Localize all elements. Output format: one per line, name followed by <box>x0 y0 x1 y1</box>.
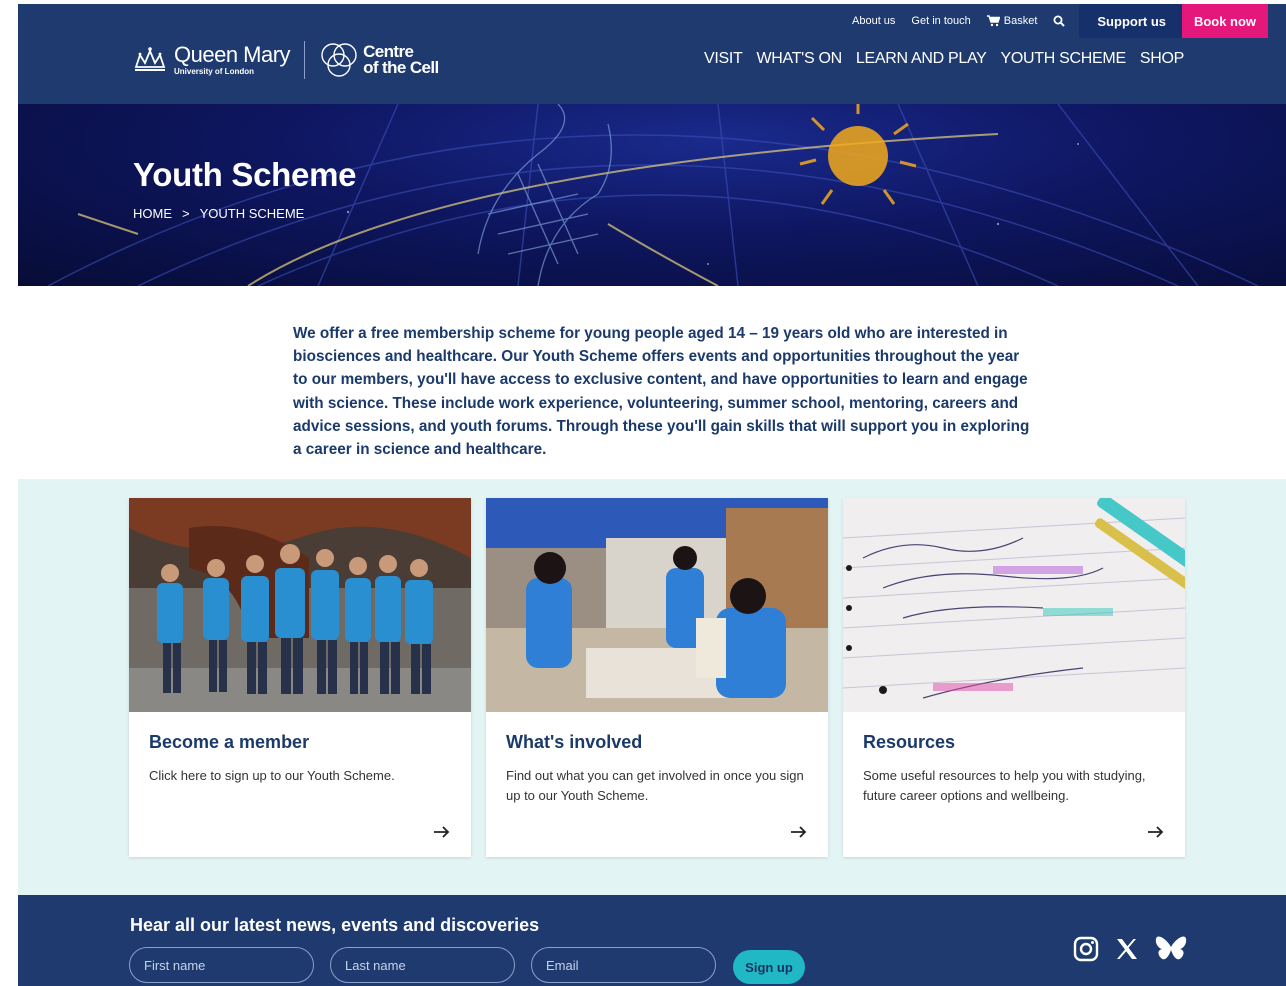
nav-visit[interactable]: VISIT <box>704 50 743 68</box>
newsletter-footer: Hear all our latest news, events and dis… <box>18 895 1286 986</box>
card-image-notes <box>843 498 1185 712</box>
book-now-button[interactable]: Book now <box>1182 4 1268 38</box>
card-description: Click here to sign up to our Youth Schem… <box>149 768 395 783</box>
card-become-member[interactable]: Become a member Click here to sign up to… <box>129 498 471 857</box>
basket-label: Basket <box>1003 15 1038 27</box>
instagram-icon[interactable] <box>1073 936 1099 962</box>
basket-icon <box>986 15 1000 27</box>
logos[interactable]: Queen Mary University of London Centre o… <box>132 40 439 80</box>
sign-up-button[interactable]: Sign up <box>733 950 805 984</box>
card-description: Find out what you can get involved in on… <box>506 768 804 803</box>
hero-illustration <box>47 104 1259 286</box>
arrow-right-icon[interactable] <box>433 825 451 839</box>
last-name-field[interactable]: Last name <box>330 947 515 983</box>
breadcrumb: HOME > YOUTH SCHEME <box>133 206 304 221</box>
search-button[interactable] <box>1045 15 1079 27</box>
card-image-group-photo <box>129 498 471 712</box>
breadcrumb-separator: > <box>182 206 190 221</box>
newsletter-title: Hear all our latest news, events and dis… <box>130 915 540 935</box>
support-us-button[interactable]: Support us <box>1079 4 1184 38</box>
cell-logo-icon <box>321 43 357 77</box>
qm-name: Queen Mary <box>174 42 291 67</box>
cards-section: Become a member Click here to sign up to… <box>18 479 1286 895</box>
card-image-volunteers <box>486 498 828 712</box>
card-title[interactable]: Become a member <box>149 732 309 753</box>
hero-banner: Youth Scheme HOME > YOUTH SCHEME <box>18 104 1286 286</box>
cotc-line-2: of the Cell <box>363 58 439 77</box>
card-title[interactable]: Resources <box>863 732 955 753</box>
breadcrumb-home[interactable]: HOME <box>133 206 172 221</box>
bluesky-icon[interactable] <box>1155 935 1187 963</box>
breadcrumb-current: YOUTH SCHEME <box>199 206 305 221</box>
search-icon <box>1053 15 1066 27</box>
main-nav: VISIT WHAT'S ON LEARN AND PLAY YOUTH SCH… <box>704 50 1184 68</box>
get-in-touch-link[interactable]: Get in touch <box>903 15 978 27</box>
first-name-field[interactable]: First name <box>129 947 314 983</box>
email-field[interactable]: Email <box>531 947 716 983</box>
intro-text: We offer a free membership scheme for yo… <box>293 325 1030 459</box>
crown-icon <box>134 47 166 71</box>
card-resources[interactable]: Resources Some useful resources to help … <box>843 498 1185 857</box>
qm-subtitle: University of London <box>174 67 254 76</box>
social-links <box>1073 935 1187 963</box>
nav-learn-and-play[interactable]: LEARN AND PLAY <box>856 50 987 68</box>
x-twitter-icon[interactable] <box>1115 937 1139 961</box>
nav-youth-scheme[interactable]: YOUTH SCHEME <box>1001 50 1127 68</box>
about-us-link[interactable]: About us <box>844 15 903 27</box>
queen-mary-logo[interactable]: Queen Mary University of London <box>132 42 291 76</box>
arrow-right-icon[interactable] <box>790 825 808 839</box>
utility-nav: About us Get in touch Basket Support us <box>844 4 1184 38</box>
card-whats-involved[interactable]: What's involved Find out what you can ge… <box>486 498 828 857</box>
nav-shop[interactable]: SHOP <box>1140 50 1184 68</box>
page-title: Youth Scheme <box>133 156 357 193</box>
card-title[interactable]: What's involved <box>506 732 642 753</box>
basket-link[interactable]: Basket <box>979 15 1046 27</box>
logo-divider <box>304 41 306 79</box>
page-frame: About us Get in touch Basket Support us … <box>18 4 1286 986</box>
site-header: About us Get in touch Basket Support us … <box>18 4 1286 104</box>
card-description: Some useful resources to help you with s… <box>863 768 1146 803</box>
centre-of-the-cell-logo[interactable]: Centre of the Cell <box>319 40 439 80</box>
arrow-right-icon[interactable] <box>1147 825 1165 839</box>
nav-whats-on[interactable]: WHAT'S ON <box>756 50 842 68</box>
